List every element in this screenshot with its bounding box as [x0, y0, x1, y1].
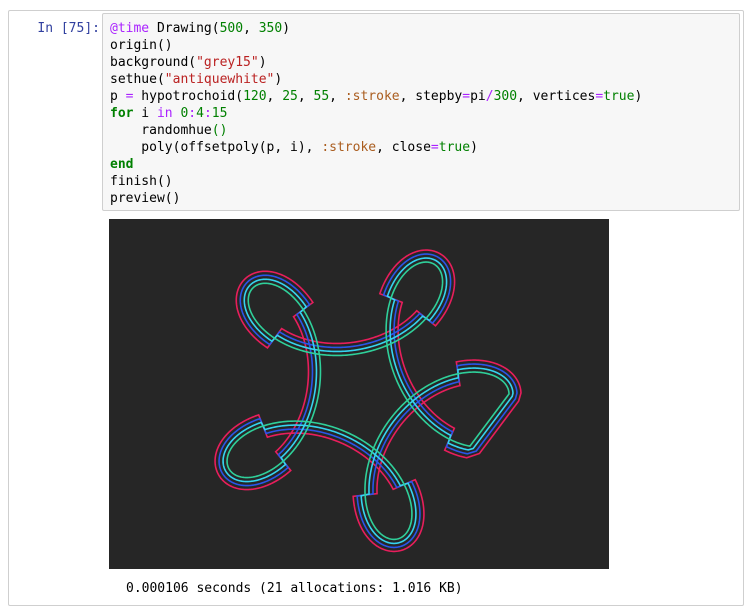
- code-token: :stroke: [344, 89, 400, 104]
- code-token: 55: [313, 89, 330, 104]
- code-token: ,: [266, 89, 283, 104]
- code-token: origin(): [110, 38, 173, 53]
- code-editor[interactable]: @time Drawing(500, 350) origin() backgroun…: [102, 13, 740, 211]
- code-token: 120: [243, 89, 267, 104]
- code-token: ): [274, 72, 283, 87]
- drawing-background: [109, 219, 609, 569]
- code-token: , close: [376, 140, 431, 155]
- code-token: sethue(: [110, 72, 165, 87]
- code-token: p: [110, 89, 126, 104]
- code-token: in: [156, 106, 173, 121]
- code-token: 350: [258, 21, 283, 36]
- code-token: hypotrochoid(: [133, 89, 244, 104]
- code-token: 25: [282, 89, 298, 104]
- code-token: 15: [211, 106, 228, 121]
- code-token: ): [282, 21, 291, 36]
- code-token: randomhue: [110, 123, 212, 138]
- code-line: origin(): [110, 37, 642, 54]
- code-token: (): [211, 123, 228, 138]
- code-token: ): [470, 140, 478, 155]
- code-token: 500: [219, 21, 244, 36]
- code-line: poly(offsetpoly(p, i), :stroke, close=tr…: [110, 139, 642, 156]
- code-token: background(: [110, 55, 197, 70]
- code-line: p = hypotrochoid(120, 25, 55, :stroke, s…: [110, 88, 642, 105]
- code-token: 300: [493, 89, 518, 104]
- code-line: for i in 0:4:15: [110, 105, 642, 122]
- timing-output: 0.000106 seconds (21 allocations: 1.016 …: [126, 581, 463, 596]
- output-drawing: [109, 219, 609, 569]
- code-line: finish(): [110, 173, 642, 190]
- code-line: background("grey15"): [110, 54, 642, 71]
- code-token: ,: [243, 21, 259, 36]
- input-prompt: In [75]:: [37, 21, 100, 36]
- code-token: /: [485, 89, 494, 104]
- code-line: randomhue(): [110, 122, 642, 139]
- code-line: end: [110, 156, 642, 173]
- code-token: pi: [470, 89, 486, 104]
- code-token: :stroke: [321, 140, 377, 155]
- code-token: , stepby: [399, 89, 463, 104]
- code-token: ,: [329, 89, 345, 104]
- code-token: end: [110, 157, 134, 172]
- code-token: :: [203, 106, 212, 121]
- code-line: @time Drawing(500, 350): [110, 20, 642, 37]
- code-token: true: [438, 140, 471, 155]
- code-token: :: [188, 106, 197, 121]
- code-token: =: [462, 89, 471, 104]
- code-token: ,: [297, 89, 314, 104]
- code-token: for: [110, 106, 134, 121]
- code-token: i: [133, 106, 157, 121]
- code-token: =: [430, 140, 439, 155]
- code-block[interactable]: @time Drawing(500, 350) origin() backgroun…: [110, 20, 642, 207]
- code-token: Drawing(: [149, 21, 220, 36]
- code-token: poly(offsetpoly(p, i),: [110, 140, 322, 155]
- code-token: ): [258, 55, 267, 70]
- code-token: 4: [196, 106, 204, 121]
- code-token: @time: [110, 21, 150, 36]
- code-token: "grey15": [196, 55, 259, 70]
- code-line: preview(): [110, 190, 642, 207]
- code-token: ): [634, 89, 643, 104]
- code-token: finish(): [110, 174, 173, 189]
- code-token: true: [603, 89, 635, 104]
- code-token: "antiquewhite": [164, 72, 275, 87]
- code-token: =: [595, 89, 604, 104]
- code-token: , vertices: [517, 89, 596, 104]
- code-line: sethue("antiquewhite"): [110, 71, 642, 88]
- code-token: preview(): [110, 191, 181, 206]
